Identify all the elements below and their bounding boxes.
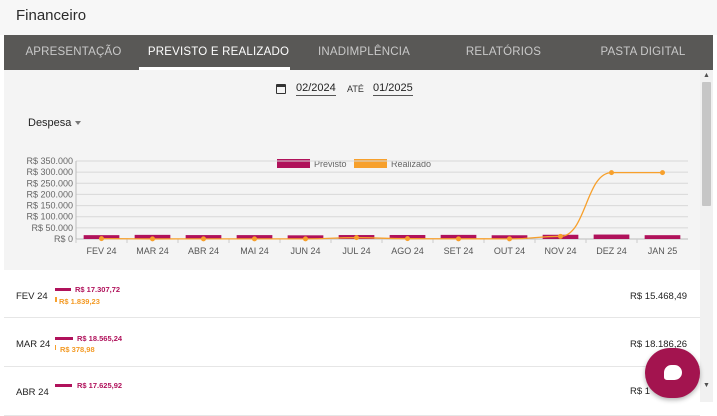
main-content: 02/2024 ATÉ 01/2025 Despesa Previsto Real… <box>4 70 700 270</box>
row-realizado-value: R$ 1.839,23 <box>59 297 100 306</box>
row-month: MAR 24 <box>16 339 51 350</box>
realizado-point <box>99 236 104 242</box>
row-previsto-bar <box>55 337 73 340</box>
tab-bar: APRESENTAÇÃO PREVISTO E REALIZADO INADIM… <box>4 35 713 70</box>
x-tick-label: MAR 24 <box>136 246 169 256</box>
realizado-point <box>252 236 257 242</box>
tab-pasta-digital[interactable]: PASTA DIGITAL <box>573 35 713 70</box>
row-month: ABR 24 <box>16 387 49 398</box>
y-tick-label: R$ 350.000 <box>26 156 73 166</box>
x-tick-label: SET 24 <box>444 246 474 256</box>
chat-icon <box>664 365 682 380</box>
x-tick-label: MAI 24 <box>240 246 269 256</box>
realizado-point <box>558 233 563 239</box>
previsto-bar <box>593 234 630 239</box>
realizado-point <box>405 236 410 242</box>
row-realizado-value: R$ 378,98 <box>60 345 95 354</box>
type-select[interactable]: Despesa <box>28 117 82 129</box>
date-to-field[interactable]: 01/2025 <box>373 82 413 96</box>
row-total: R$ 15.468,49 <box>630 291 688 302</box>
between-label: ATÉ <box>347 84 364 94</box>
realizado-point <box>354 235 359 241</box>
y-tick-label: R$ 250.000 <box>26 178 73 188</box>
tab-relatorios[interactable]: RELATÓRIOS <box>434 35 573 70</box>
chat-button[interactable] <box>645 348 700 398</box>
y-tick-label: R$ 0 <box>54 234 73 244</box>
y-tick-label: R$ 300.000 <box>26 167 73 177</box>
previsto-bar <box>644 235 681 239</box>
date-range: 02/2024 ATÉ 01/2025 <box>4 82 700 98</box>
y-tick-label: R$ 50.000 <box>31 223 73 233</box>
y-tick-label: R$ 100.000 <box>26 212 73 222</box>
app-title: Financeiro <box>16 7 87 24</box>
previsto-realizado-chart: Previsto RealizadoR$ 0R$ 50.000R$ 100.000… <box>26 156 688 256</box>
row-month: FEV 24 <box>16 291 48 302</box>
row-total: R$ 1 <box>630 386 651 397</box>
row-realizado-bar <box>55 345 56 350</box>
tab-apresentacao[interactable]: APRESENTAÇÃO <box>4 35 143 70</box>
realizado-point <box>303 236 308 242</box>
realizado-point <box>507 236 512 242</box>
tab-previsto-realizado[interactable]: PREVISTO E REALIZADO <box>143 35 294 70</box>
x-tick-label: JAN 25 <box>648 246 678 256</box>
date-from-field[interactable]: 02/2024 <box>296 82 336 96</box>
realizado-point <box>456 236 461 242</box>
x-tick-label: JUN 24 <box>290 246 320 256</box>
row-previsto-bar <box>55 288 71 291</box>
x-tick-label: DEZ 24 <box>596 246 627 256</box>
x-tick-label: NOV 24 <box>544 246 576 256</box>
y-tick-label: R$ 150.000 <box>26 201 73 211</box>
realizado-point <box>201 236 206 242</box>
legend-previsto-swatch <box>277 159 310 168</box>
realizado-point <box>150 236 155 242</box>
app-header: Financeiro <box>0 0 717 35</box>
list-item[interactable]: ABR 24 R$ 17.625,92 R$ 1 <box>4 368 700 416</box>
list-item[interactable]: MAR 24 R$ 18.565,24 R$ 378,98 R$ 18.186,… <box>4 319 700 367</box>
x-tick-label: AGO 24 <box>391 246 424 256</box>
legend-realizado-swatch <box>354 159 387 168</box>
row-realizado-bar <box>55 297 57 302</box>
row-previsto-value: R$ 17.625,92 <box>77 381 123 390</box>
realizado-point <box>660 170 665 176</box>
realizado-point <box>609 170 614 176</box>
row-previsto-value: R$ 18.565,24 <box>77 334 123 343</box>
row-previsto-bar <box>55 384 72 387</box>
x-tick-label: OUT 24 <box>494 246 525 256</box>
scroll-down-icon[interactable]: ▼ <box>700 381 713 391</box>
list-item[interactable]: FEV 24 R$ 17.307,72 R$ 1.839,23 R$ 15.46… <box>4 270 700 318</box>
tab-inadimplencia[interactable]: INADIMPLÊNCIA <box>294 35 434 70</box>
caret-down-icon <box>75 121 82 126</box>
y-tick-label: R$ 200.000 <box>26 189 73 199</box>
type-select-value: Despesa <box>28 117 72 129</box>
x-tick-label: ABR 24 <box>188 246 219 256</box>
row-previsto-value: R$ 17.307,72 <box>75 285 121 294</box>
scrollbar-thumb[interactable] <box>702 82 711 206</box>
scroll-up-icon[interactable]: ▲ <box>700 71 713 81</box>
monthly-list: FEV 24 R$ 17.307,72 R$ 1.839,23 R$ 15.46… <box>4 270 700 416</box>
calendar-icon[interactable] <box>276 84 286 94</box>
x-tick-label: JUL 24 <box>342 246 370 256</box>
x-tick-label: FEV 24 <box>86 246 116 256</box>
